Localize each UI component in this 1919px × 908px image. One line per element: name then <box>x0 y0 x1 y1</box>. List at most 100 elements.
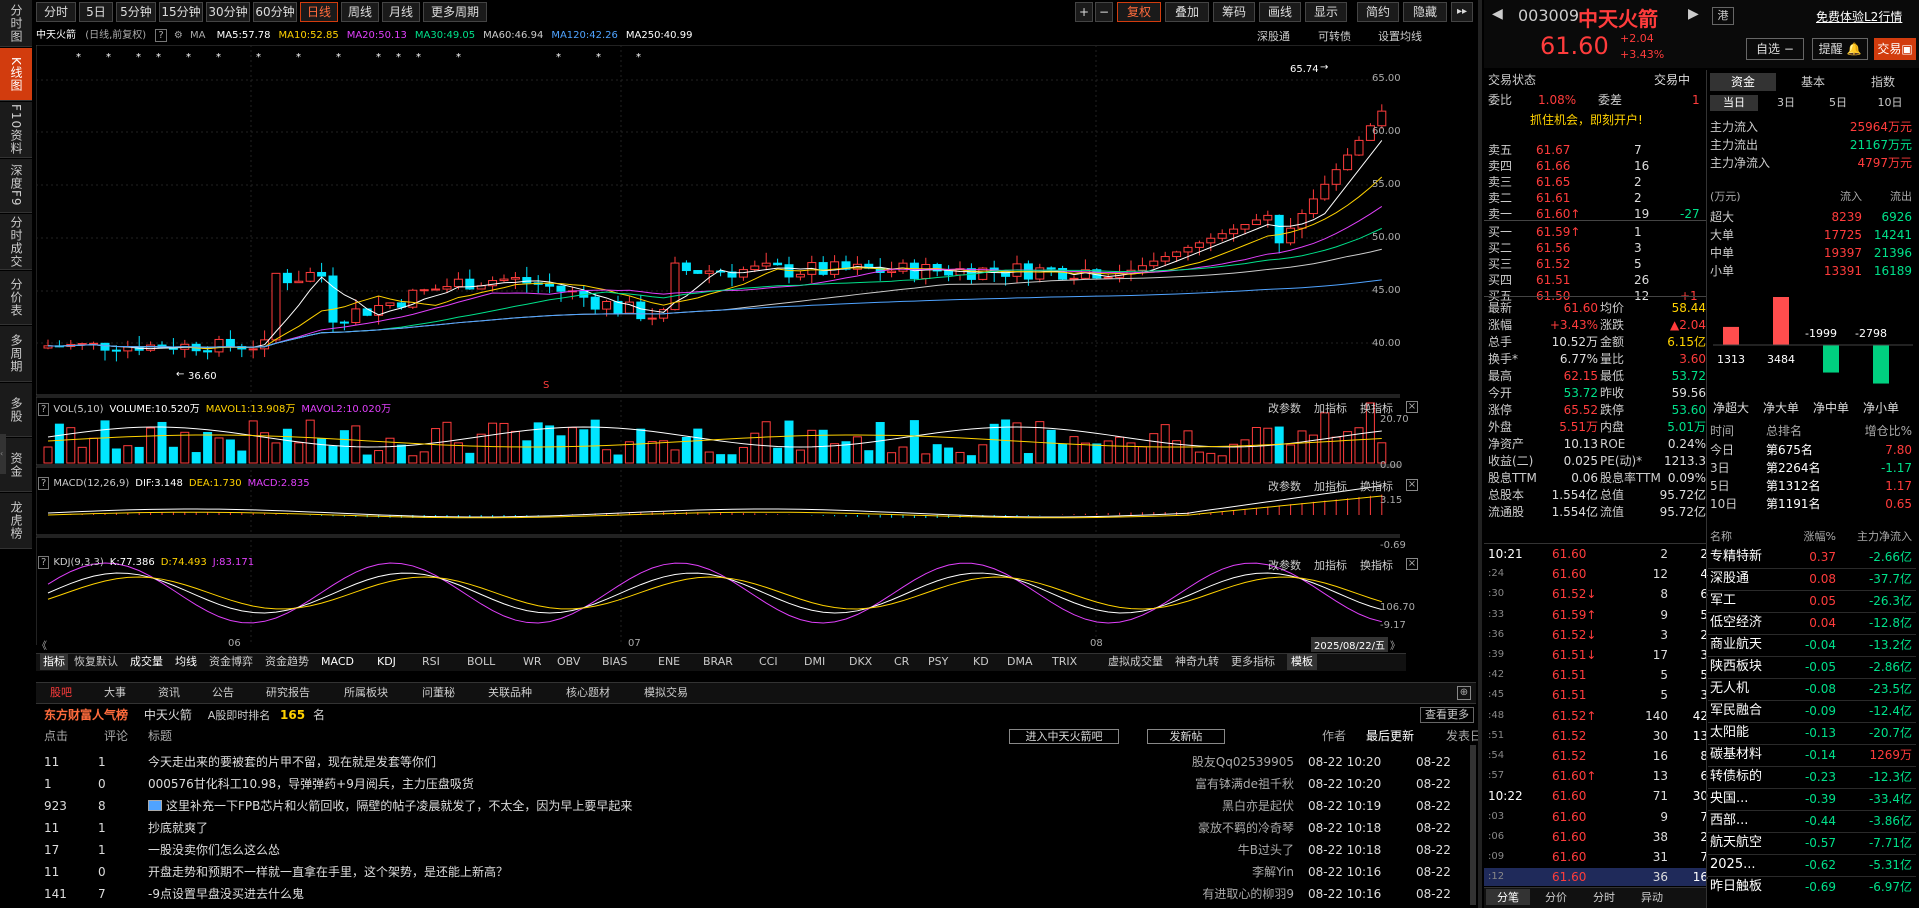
sector-name[interactable]: 央国... <box>1710 788 1748 810</box>
news-tab-2[interactable]: 资讯 <box>158 683 180 703</box>
ask-price[interactable]: 61.66 <box>1536 158 1570 174</box>
bid-price[interactable]: 61.56 <box>1536 240 1570 256</box>
hk-tag[interactable]: 港 <box>1712 7 1734 25</box>
event-star[interactable]: * <box>556 52 561 63</box>
indicator-tab-19[interactable]: PSY <box>928 654 948 670</box>
event-star[interactable]: * <box>396 52 401 63</box>
news-tab-1[interactable]: 大事 <box>104 683 126 703</box>
forum-row[interactable]: 17 1 一股没卖你们怎么这么怂 牛B过头了 08-22 10:18 08-22 <box>36 839 1476 861</box>
news-tab-8[interactable]: 核心题材 <box>566 683 610 703</box>
indicator-tab-26[interactable]: 模板 <box>1287 654 1317 670</box>
sector-name[interactable]: 陕西板块 <box>1710 656 1762 678</box>
forum-row[interactable]: 11 0 开盘走势和预期不一样就一直拿在手里，这个架势，是还能上新高？ 李解Yin 08… <box>36 861 1476 883</box>
tool-6[interactable]: 显示 <box>1305 2 1347 22</box>
bid-price[interactable]: 61.59↑ <box>1536 224 1580 240</box>
fund-tab-1[interactable]: 基本 <box>1780 73 1846 91</box>
sector-name[interactable]: 商业航天 <box>1710 634 1762 656</box>
news-tab-5[interactable]: 所属板块 <box>344 683 388 703</box>
period-2[interactable]: 5分钟 <box>116 2 156 22</box>
forum-cell-2[interactable]: -9点设置早盘没买进去什么鬼 <box>148 883 304 905</box>
event-star[interactable]: * <box>156 52 161 63</box>
tick-tab-2[interactable]: 分时 <box>1582 889 1626 905</box>
prev-stock-icon[interactable]: ◀ <box>1492 6 1503 22</box>
period-6[interactable]: 日线 <box>300 2 338 22</box>
day-tab-3[interactable]: 10日 <box>1866 95 1914 111</box>
event-star[interactable]: * <box>106 52 111 63</box>
scroll-left-icon[interactable]: 《 <box>37 637 47 652</box>
trade-button[interactable]: 交易▣ <box>1874 38 1916 60</box>
sector-name[interactable]: 无人机 <box>1710 678 1749 700</box>
tool-3[interactable]: 叠加 <box>1165 2 1209 22</box>
open-account-ad[interactable]: 抓住机会，即刻开户! <box>1530 112 1643 128</box>
period-1[interactable]: 5日 <box>79 2 113 22</box>
tool-8[interactable]: 隐藏 <box>1403 2 1447 22</box>
panel-button-1[interactable]: 加指标 <box>1314 557 1347 573</box>
tool-5[interactable]: 画线 <box>1259 2 1301 22</box>
forum-cell-3[interactable]: 富有钵满de祖千秋 <box>1195 773 1294 795</box>
sector-name[interactable]: 专精特新 <box>1710 546 1762 568</box>
day-tab-0[interactable]: 当日 <box>1710 95 1758 111</box>
sector-name[interactable]: 深股通 <box>1710 568 1749 590</box>
news-tab-6[interactable]: 问董秘 <box>422 683 455 703</box>
side-tab-2[interactable]: F10资料 <box>0 102 32 158</box>
event-star[interactable]: * <box>456 52 461 63</box>
forum-cell-3[interactable]: 李解Yin <box>1252 861 1294 883</box>
panel-button-2[interactable]: 换指标 <box>1360 557 1393 573</box>
sector-name[interactable]: 昨日触板 <box>1710 876 1762 898</box>
period-7[interactable]: 周线 <box>341 2 379 22</box>
indicator-tab-9[interactable]: BOLL <box>467 654 495 670</box>
indicator-tab-25[interactable]: 更多指标 <box>1231 654 1275 670</box>
tool-0[interactable]: + <box>1075 2 1093 22</box>
sector-name[interactable]: 碳基材料 <box>1710 744 1762 766</box>
indicator-tab-20[interactable]: KD <box>973 654 989 670</box>
event-star[interactable]: * <box>596 52 601 63</box>
tool-4[interactable]: 筹码 <box>1213 2 1255 22</box>
event-star[interactable]: * <box>216 52 221 63</box>
help-icon[interactable]: ? <box>38 556 50 569</box>
sector-name[interactable]: 航天航空 <box>1710 832 1762 854</box>
kline-chart[interactable]: * * * * * * * * * * * * * * * * <box>36 45 1400 645</box>
event-star[interactable]: * <box>416 52 421 63</box>
alert-button[interactable]: 提醒 🔔 <box>1812 38 1868 60</box>
ask-price[interactable]: 61.61 <box>1536 190 1570 206</box>
panel-button-2[interactable]: 换指标 <box>1360 400 1393 416</box>
sector-name[interactable]: 军民融合 <box>1710 700 1762 722</box>
indicator-tab-12[interactable]: BIAS <box>602 654 627 670</box>
period-5[interactable]: 60分钟 <box>253 2 297 22</box>
fund-tab-2[interactable]: 指数 <box>1850 73 1916 91</box>
indicator-tab-0[interactable]: 指标 <box>40 654 68 670</box>
indicator-tab-6[interactable]: MACD <box>321 654 354 670</box>
sector-name[interactable]: 转债标的 <box>1710 766 1762 788</box>
indicator-tab-18[interactable]: CR <box>894 654 909 670</box>
forum-row[interactable]: 141 7 -9点设置早盘没买进去什么鬼 有进取心的柳羽9 08-22 10:16 08-… <box>36 883 1476 905</box>
forum-cell-3[interactable]: 有进取心的柳羽9 <box>1202 883 1294 905</box>
panel-button-0[interactable]: 改参数 <box>1268 557 1301 573</box>
event-star[interactable]: * <box>636 52 641 63</box>
forum-cell-2[interactable]: 抄底就爽了 <box>148 817 208 839</box>
view-more-button[interactable]: 查看更多 <box>1420 707 1474 723</box>
panel-button-0[interactable]: 改参数 <box>1268 400 1301 416</box>
close-icon[interactable]: × <box>1406 558 1418 570</box>
enter-forum-button[interactable]: 进入中天火箭吧 <box>1009 729 1119 744</box>
tool-1[interactable]: − <box>1095 2 1113 22</box>
chart-link-2[interactable]: 设置均线 <box>1378 28 1422 44</box>
bid-price[interactable]: 61.52 <box>1536 256 1570 272</box>
watchlist-button[interactable]: 自选 − <box>1746 38 1804 60</box>
news-tab-0[interactable]: 股吧 <box>50 683 72 703</box>
help-icon[interactable]: ? <box>155 29 167 42</box>
event-star[interactable]: * <box>186 52 191 63</box>
indicator-tab-3[interactable]: 均线 <box>175 654 197 670</box>
forum-cell-3[interactable]: 牛B过头了 <box>1238 839 1294 861</box>
fund-tab-0[interactable]: 资金 <box>1710 73 1776 91</box>
period-4[interactable]: 30分钟 <box>206 2 250 22</box>
tick-tab-3[interactable]: 异动 <box>1630 889 1674 905</box>
forum-cell-2[interactable]: 这里补充一下FPB芯片和火箭回收，隔壁的帖子凌晨就发了，不太全，因为早上要早起来 <box>166 795 632 817</box>
period-9[interactable]: 更多周期 <box>423 2 487 22</box>
event-star[interactable]: * <box>136 52 141 63</box>
tick-tab-1[interactable]: 分价 <box>1534 889 1578 905</box>
forum-cell-2[interactable]: 000576甘化科工10.98，导弹弹药+9月阅兵，主力压盘吸货 <box>148 773 474 795</box>
event-star[interactable]: * <box>336 52 341 63</box>
indicator-tab-16[interactable]: DMI <box>804 654 825 670</box>
chart-link-1[interactable]: 可转债 <box>1318 28 1351 44</box>
side-tab-6[interactable]: 多周期 <box>0 326 32 382</box>
